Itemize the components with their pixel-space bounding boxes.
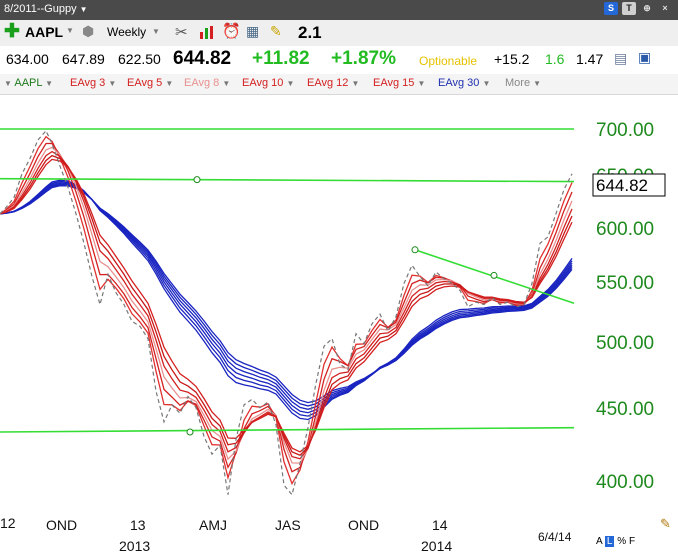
- bar-chart-icon[interactable]: [199, 24, 215, 43]
- x-tick-label: JAS: [275, 517, 301, 533]
- long-term-average-line: [0, 185, 573, 404]
- change-value: +11.82: [252, 48, 310, 69]
- scale-a-button[interactable]: A: [596, 536, 602, 547]
- optionable-label: Optionable: [419, 54, 478, 68]
- quote-extra-1: +15.2: [494, 51, 530, 67]
- x-tick-label: 13: [130, 517, 146, 533]
- legend-item-aapl[interactable]: ▼ AAPL ▼: [4, 77, 53, 89]
- x-tick-label: 2013: [119, 538, 150, 554]
- scale-percent-button[interactable]: %: [617, 536, 626, 547]
- chevron-down-icon: ▼: [417, 79, 426, 88]
- pencil-icon[interactable]: ✎: [660, 516, 671, 532]
- x-tick-label: 2014: [421, 538, 452, 554]
- t-button[interactable]: T: [622, 2, 636, 15]
- trendline-markers: [186, 176, 498, 436]
- legend-label: More: [505, 77, 531, 89]
- calculator-icon[interactable]: ▦: [246, 23, 259, 40]
- y-tick-label: 700.00: [596, 120, 654, 141]
- change-percent: +1.87%: [331, 48, 396, 69]
- chevron-down-icon: ▼: [286, 79, 295, 88]
- database-icon[interactable]: ▤: [614, 50, 627, 67]
- date-label: 6/4/14: [538, 530, 572, 544]
- chevron-down-icon: ▼: [165, 79, 174, 88]
- scale-controls: A L % F: [596, 536, 635, 547]
- legend-label: AAPL: [14, 77, 43, 89]
- chevron-down-icon[interactable]: ▼: [152, 27, 160, 36]
- zoom-value: 2.1: [298, 23, 322, 42]
- s-button[interactable]: S: [604, 2, 618, 15]
- short-term-average-line: [0, 154, 573, 456]
- cube-icon[interactable]: ⬢: [82, 23, 94, 40]
- low-value: 622.50: [118, 51, 161, 67]
- support-resistance-line: [0, 177, 575, 183]
- note-icon[interactable]: ✎: [270, 23, 282, 40]
- add-icon[interactable]: ✚: [4, 22, 20, 42]
- x-tick-label: OND: [46, 517, 77, 533]
- link-icon[interactable]: ⊕: [640, 2, 654, 15]
- x-tick-label: 12: [0, 515, 16, 531]
- scale-f-button[interactable]: F: [629, 536, 635, 547]
- y-tick-label: 550.00: [596, 273, 654, 294]
- open-value: 634.00: [6, 51, 49, 67]
- chevron-down-icon: ▼: [351, 79, 360, 88]
- x-tick-label: OND: [348, 517, 379, 533]
- y-tick-label: 400.00: [596, 472, 654, 493]
- indicator-legend: ▼ AAPL ▼ EAvg 3 ▼ EAvg 5 ▼ EAvg 8 ▼ EAvg…: [0, 74, 678, 95]
- legend-item-eavg-8[interactable]: EAvg 8 ▼: [184, 77, 230, 89]
- window-title: 8/2011--Guppy ▼: [4, 3, 88, 15]
- legend-item-eavg-5[interactable]: EAvg 5 ▼: [127, 77, 173, 89]
- x-tick-label: 14: [432, 517, 448, 533]
- quote-extra-2: 1.6: [545, 51, 565, 67]
- tools-icon[interactable]: ✂: [175, 23, 188, 41]
- chevron-down-icon: ▼: [482, 79, 491, 88]
- price-chart[interactable]: 700.00 650.00 600.00 550.00 500.00 450.0…: [0, 94, 678, 558]
- legend-more[interactable]: More ▼: [505, 77, 541, 89]
- legend-item-eavg-30[interactable]: EAvg 30 ▼: [438, 77, 490, 89]
- quote-bar: 634.00 647.89 622.50 644.82 +11.82 +1.87…: [0, 46, 678, 74]
- legend-label: EAvg 30: [438, 77, 480, 89]
- legend-label: EAvg 12: [307, 77, 349, 89]
- legend-label: EAvg 15: [373, 77, 415, 89]
- legend-item-eavg-15[interactable]: EAvg 15 ▼: [373, 77, 425, 89]
- long-term-average-line: [0, 184, 573, 407]
- chevron-down-icon: ▼: [222, 79, 231, 88]
- symbol-label[interactable]: AAPL: [25, 24, 63, 40]
- chevron-down-icon: ▼: [533, 79, 542, 88]
- legend-item-eavg-12[interactable]: EAvg 12 ▼: [307, 77, 359, 89]
- x-tick-label: AMJ: [199, 517, 227, 533]
- legend-label: EAvg 3: [70, 77, 106, 89]
- chevron-down-icon: ▼: [108, 79, 117, 88]
- legend-label: EAvg 8: [184, 77, 220, 89]
- support-resistance-line: [0, 426, 575, 433]
- legend-item-eavg-10[interactable]: EAvg 10 ▼: [242, 77, 294, 89]
- bar-chart-glyph: [200, 26, 213, 39]
- alarm-clock-icon[interactable]: ⏰: [222, 22, 241, 40]
- chevron-down-icon[interactable]: ▼: [66, 26, 74, 35]
- period-select[interactable]: Weekly: [107, 25, 146, 39]
- trendline-anchor[interactable]: [490, 271, 498, 279]
- y-tick-label: 600.00: [596, 219, 654, 240]
- last-price: 644.82: [173, 48, 232, 69]
- last-price-label: 644.82: [596, 176, 648, 195]
- trendline-anchor[interactable]: [193, 176, 201, 184]
- quote-extra-3: 1.47: [576, 51, 604, 67]
- toolbar: ✚ AAPL ▼ ⬢ Weekly ▼ ✂ ⏰ ▦ ✎ 2.1: [0, 20, 678, 46]
- legend-label: EAvg 5: [127, 77, 163, 89]
- high-value: 647.89: [62, 51, 105, 67]
- title-bar: 8/2011--Guppy ▼ S T ⊕ ×: [0, 0, 678, 20]
- y-tick-label: 500.00: [596, 333, 654, 354]
- scale-l-button[interactable]: L: [604, 536, 615, 547]
- chevron-down-icon[interactable]: ▼: [80, 5, 88, 14]
- reference-lines: [0, 128, 575, 433]
- trendline-anchor[interactable]: [411, 246, 419, 254]
- trendline-anchor[interactable]: [186, 428, 194, 436]
- chevron-down-icon: ▼: [45, 79, 54, 88]
- close-icon[interactable]: ×: [658, 2, 672, 15]
- legend-label: EAvg 10: [242, 77, 284, 89]
- chevron-down-icon: ▼: [4, 79, 12, 88]
- legend-item-eavg-3[interactable]: EAvg 3 ▼: [70, 77, 116, 89]
- title-buttons: S T ⊕ ×: [604, 2, 672, 15]
- y-tick-label: 450.00: [596, 399, 654, 420]
- save-icon[interactable]: ▣: [638, 49, 651, 66]
